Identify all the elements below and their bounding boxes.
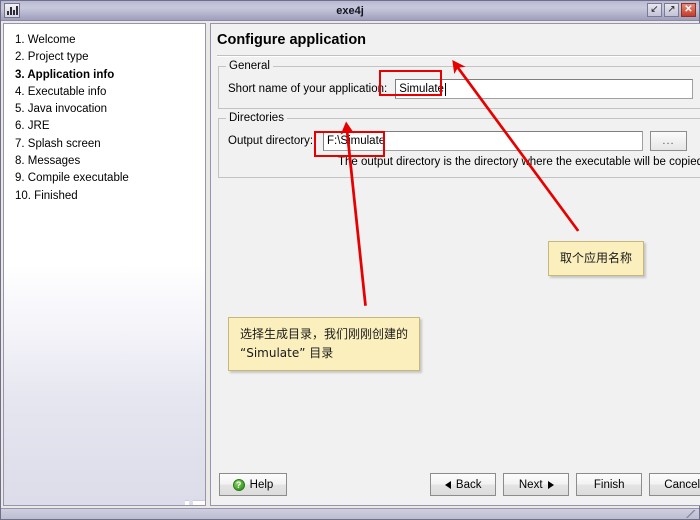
arrow-right-icon <box>547 480 554 489</box>
sidebar-item-splash-screen[interactable]: 7. Splash screen <box>15 136 205 153</box>
finish-button[interactable]: Finish <box>576 473 643 496</box>
callout-application-name: 取个应用名称 <box>548 241 645 276</box>
browse-directory-button[interactable]: ... <box>650 131 688 151</box>
button-bar: ? Help Back Next Finish Cancel <box>211 473 700 505</box>
output-directory-row: Output directory: F:\Simulate ... <box>228 131 700 151</box>
wizard-step-list: 1. Welcome 2. Project type 3. Applicatio… <box>4 24 205 205</box>
content-panel: Configure application General Short name… <box>210 23 700 506</box>
window-body: 1. Welcome 2. Project type 3. Applicatio… <box>1 21 700 508</box>
sidebar-item-finished[interactable]: 10. Finished <box>15 188 205 205</box>
sidebar-item-compile-executable[interactable]: 9. Compile executable <box>15 170 205 187</box>
general-group: General Short name of your application: … <box>218 60 700 109</box>
sidebar-item-application-info[interactable]: 3. Application info <box>15 67 205 84</box>
callout-output-directory: 选择生成目录，我们刚刚创建的 “Simulate” 目录 <box>228 317 421 371</box>
back-button[interactable]: Back <box>430 473 497 496</box>
sidebar-item-jre[interactable]: 6. JRE <box>15 118 205 135</box>
callout-application-name-text: 取个应用名称 <box>560 251 633 265</box>
sidebar-item-project-type[interactable]: 2. Project type <box>15 49 205 66</box>
short-name-value: Simulate <box>399 83 444 95</box>
next-button[interactable]: Next <box>503 473 570 496</box>
arrow-left-icon <box>444 480 451 489</box>
cancel-button[interactable]: Cancel <box>649 473 700 496</box>
title-bar: exe4j ↙ ↗ ✕ <box>1 1 699 21</box>
help-button-label: Help <box>249 478 274 491</box>
short-name-row: Short name of your application: Simulate <box>228 79 700 99</box>
short-name-input[interactable]: Simulate <box>395 79 694 99</box>
cancel-button-label: Cancel <box>664 478 700 491</box>
callout-output-directory-line2: “Simulate” 目录 <box>240 346 334 360</box>
sidebar-item-welcome[interactable]: 1. Welcome <box>15 32 205 49</box>
exe4j-wizard-window: exe4j ↙ ↗ ✕ 1. Welcome 2. Project type 3… <box>0 0 700 520</box>
output-directory-input[interactable]: F:\Simulate <box>323 131 644 151</box>
status-bar <box>1 508 699 519</box>
minimize-button[interactable]: ↙ <box>647 3 662 17</box>
close-button[interactable]: ✕ <box>681 3 696 17</box>
window-controls: ↙ ↗ ✕ <box>647 3 696 17</box>
callout-output-directory-line1: 选择生成目录，我们刚刚创建的 <box>240 327 409 341</box>
sidebar-item-messages[interactable]: 8. Messages <box>15 153 205 170</box>
next-button-label: Next <box>518 478 543 491</box>
resize-grip[interactable] <box>685 510 697 518</box>
maximize-button[interactable]: ↗ <box>664 3 679 17</box>
page-title: Configure application <box>217 32 367 48</box>
window-title: exe4j <box>336 4 364 17</box>
directories-group-legend: Directories <box>226 112 287 125</box>
output-directory-value: F:\Simulate <box>327 135 386 147</box>
help-icon: ? <box>232 478 245 491</box>
sidebar-item-executable-info[interactable]: 4. Executable info <box>15 84 205 101</box>
wizard-steps-sidebar: 1. Welcome 2. Project type 3. Applicatio… <box>3 23 206 506</box>
back-button-label: Back <box>455 478 482 491</box>
form-area: General Short name of your application: … <box>211 57 700 187</box>
output-directory-label: Output directory: <box>228 135 314 147</box>
sidebar-item-java-invocation[interactable]: 5. Java invocation <box>15 101 205 118</box>
help-button[interactable]: ? Help <box>219 473 287 496</box>
directories-group: Directories Output directory: F:\Simulat… <box>218 112 700 178</box>
text-caret <box>444 82 446 96</box>
general-group-legend: General <box>226 60 273 73</box>
output-directory-hint: The output directory is the directory wh… <box>338 156 700 168</box>
short-name-label: Short name of your application: <box>228 83 388 95</box>
finish-button-label: Finish <box>593 478 625 491</box>
exe4j-watermark: exe4j <box>179 499 205 505</box>
